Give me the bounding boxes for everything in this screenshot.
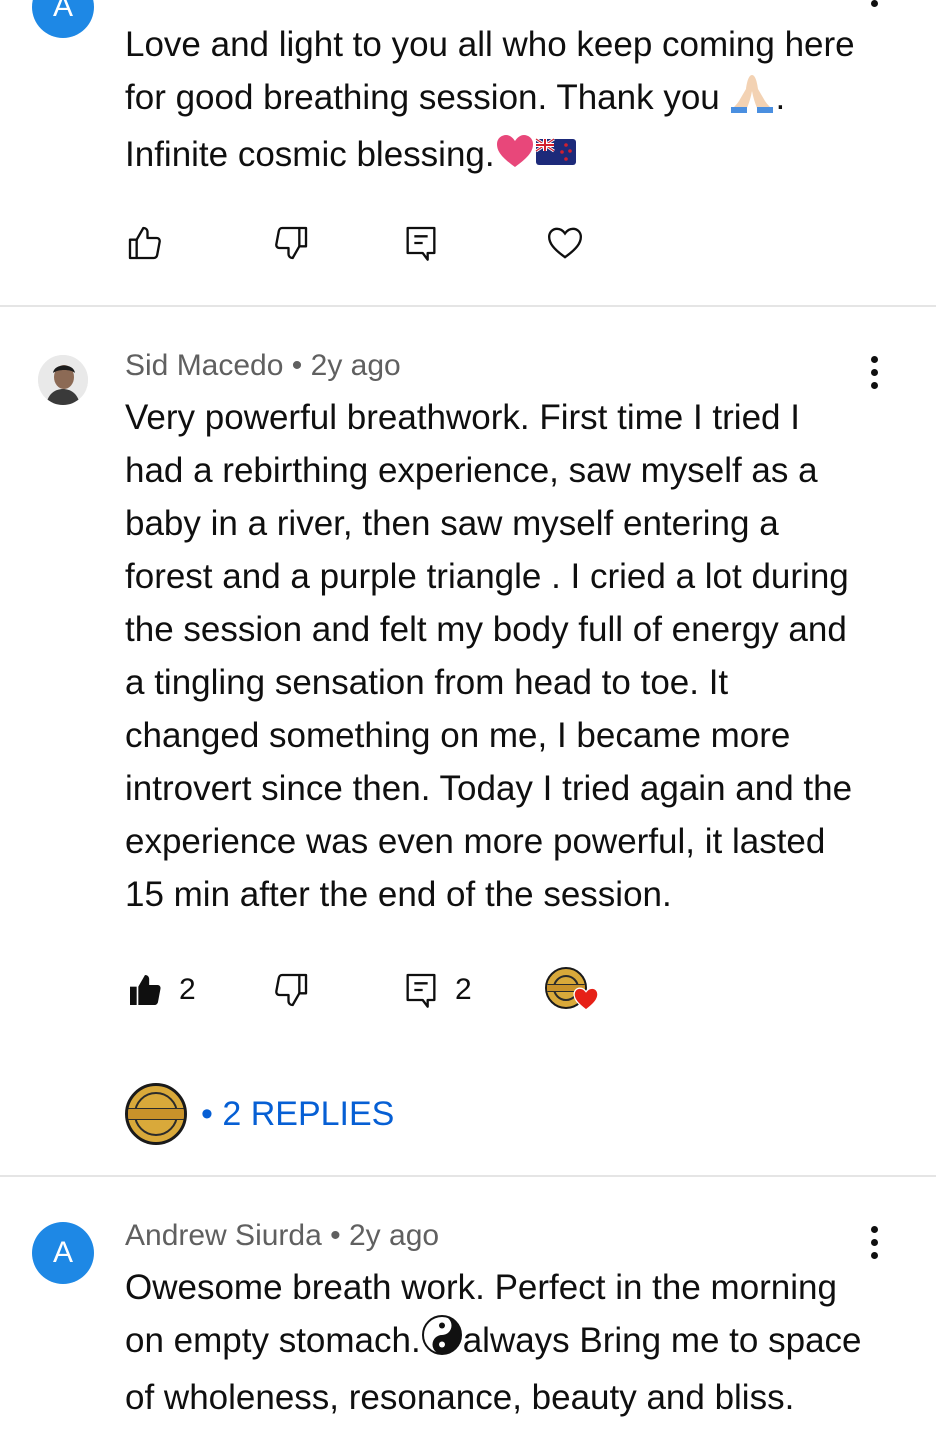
comment-line: Owesome breath work. Perfect in the morn… <box>125 1268 837 1307</box>
yin-yang-emoji-icon <box>421 1314 463 1371</box>
comment-actions <box>125 218 725 268</box>
like-count: 2 <box>179 973 196 1006</box>
timestamp: 2y ago <box>348 1219 440 1252</box>
author-name[interactable]: Andrew Siurda <box>125 1219 322 1252</box>
creator-heart-badge <box>545 965 599 1015</box>
comment-icon <box>406 226 436 261</box>
pink-heart-emoji-icon <box>495 131 535 184</box>
comment-line: of wholeness, resonance, beauty and blis… <box>125 1378 795 1418</box>
avatar[interactable]: A <box>32 1222 94 1284</box>
comment-3: A Andrew Siurda • 2y ago Owesome breath … <box>0 1177 936 1440</box>
reply-button[interactable] <box>401 218 441 268</box>
reply-button[interactable]: 2 <box>401 965 472 1015</box>
comment-line: 15 min after the end of the session. <box>125 875 672 914</box>
folded-hands-emoji-icon <box>729 71 775 128</box>
like-button[interactable]: 2 <box>125 965 196 1015</box>
more-options-button[interactable] <box>860 0 888 10</box>
reply-count: 2 <box>455 973 472 1006</box>
replies-link: 2 REPLIES <box>222 1094 395 1133</box>
thumbs-up-icon <box>128 226 161 260</box>
comment-line: had a rebirthing experience, saw myself … <box>125 451 818 490</box>
comment-line: Very powerful breathwork. First time I t… <box>125 398 800 437</box>
thumbs-down-icon <box>275 973 308 1007</box>
thumbs-up-filled-icon <box>130 975 161 1005</box>
comment-line: experience was even more powerful, it la… <box>125 822 826 861</box>
view-replies-button[interactable]: • 2 REPLIES <box>125 1082 394 1146</box>
comment-line: Love and light to you all who keep comin… <box>125 25 855 64</box>
thumbs-down-icon <box>275 226 308 260</box>
comment-meta: Sid Macedo • 2y ago <box>125 349 401 382</box>
comment-line: the session and felt my body full of ene… <box>125 610 847 649</box>
channel-logo-icon <box>125 1083 187 1145</box>
heart-outline-icon <box>547 227 583 259</box>
timestamp: 2y ago <box>310 349 401 382</box>
comment-text: Owesome breath work. Perfect in the morn… <box>125 1261 915 1424</box>
comment-line: forest and a purple triangle . I cried a… <box>125 557 849 596</box>
comment-text: Very powerful breathwork. First time I t… <box>125 391 915 921</box>
comment-line: changed something on me, I became more <box>125 716 791 755</box>
user-photo-icon <box>38 355 88 405</box>
comment-2: Sid Macedo • 2y ago Very powerful breath… <box>0 307 936 1175</box>
heart-button[interactable] <box>545 218 585 268</box>
comment-meta: Andrew Siurda • 2y ago <box>125 1219 440 1252</box>
red-heart-icon <box>573 987 599 1011</box>
new-zealand-flag-icon <box>534 131 577 184</box>
comment-1: A Love and light to you all who keep com… <box>0 0 936 306</box>
comment-text: Love and light to you all who keep comin… <box>125 18 915 184</box>
comment-icon <box>406 973 436 1008</box>
more-options-button[interactable] <box>860 352 888 392</box>
dislike-button[interactable] <box>271 965 311 1015</box>
comment-line: on empty stomach. always Bring me to spa… <box>125 1314 915 1371</box>
comment-line: introvert since then. Today I tried agai… <box>125 769 853 808</box>
avatar[interactable]: A <box>32 0 94 38</box>
comment-line: a tingling sensation from head to toe. I… <box>125 663 729 702</box>
comment-line: for good breathing session. Thank you . <box>125 71 915 128</box>
comment-line: baby in a river, then saw myself enterin… <box>125 504 779 543</box>
comment-line: Infinite cosmic blessing. <box>125 128 915 183</box>
like-button[interactable] <box>125 218 165 268</box>
comment-actions: 2 2 <box>125 965 725 1015</box>
avatar[interactable] <box>38 355 88 405</box>
author-name[interactable]: Sid Macedo <box>125 349 283 382</box>
dislike-button[interactable] <box>271 218 311 268</box>
more-options-button[interactable] <box>860 1222 888 1262</box>
